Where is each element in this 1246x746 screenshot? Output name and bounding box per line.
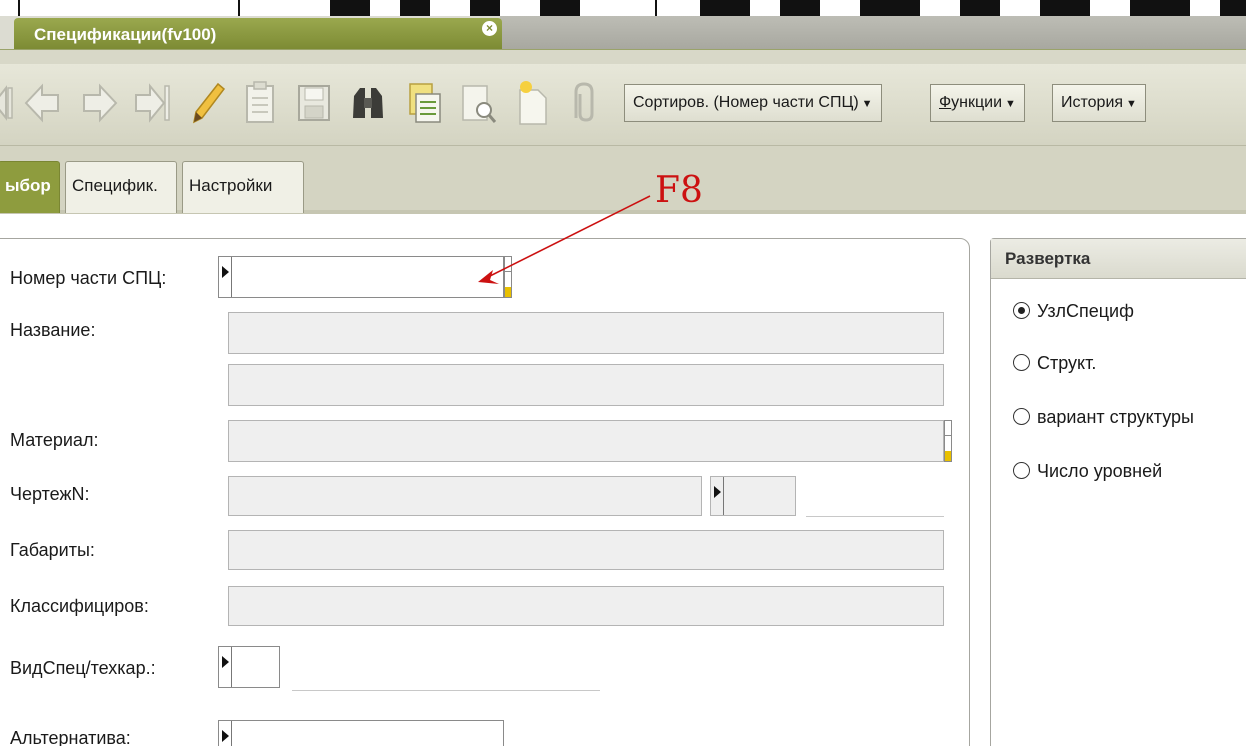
drawing-number-label: ЧертежN: [10,484,90,504]
save-disk-icon[interactable] [294,78,334,128]
strip-text-fragment [400,0,430,16]
name-second-line-field [228,364,944,406]
chevron-down-icon: ▼ [861,98,873,110]
document-tab[interactable]: Спецификации(fv100) × [14,18,502,49]
view-tabs: ыбор Специфик. Настройки [0,146,1246,214]
radio-option-structure[interactable]: Структ. [1013,353,1096,374]
strip-divider [18,0,20,16]
tab-specification[interactable]: Специфик. [65,161,177,213]
expand-panel: Развертка УзлСпециф Структ. вариант стру… [990,238,1246,746]
close-icon[interactable]: × [482,21,497,36]
strip-text-fragment [330,0,370,16]
strip-text-fragment [780,0,820,16]
toolbar: Сортиров. (Номер части СПЦ) ▼ Функции ▼ Ис… [0,64,1246,146]
radio-empty-icon [1013,354,1030,371]
clipboard-icon[interactable] [240,78,280,128]
history-button-label: История [1061,94,1124,111]
part-number-input[interactable] [218,256,504,298]
strip-text-fragment [1130,0,1190,16]
radio-label: УзлСпециф [1037,301,1134,321]
attachment-icon[interactable] [564,78,604,128]
radio-option-level-count[interactable]: Число уровней [1013,461,1162,482]
field-marker-icon [219,257,232,297]
field-marker-icon [219,721,232,746]
material-label: Материал: [10,430,99,450]
sort-button-label: Сортиров. (Номер части СПЦ) [633,94,859,111]
strip-text-fragment [540,0,580,16]
top-cropped-strip [0,0,1246,16]
material-field [228,420,944,462]
edit-pencil-icon[interactable] [186,78,226,128]
indicator-divider [505,271,511,272]
new-document-icon[interactable] [512,78,552,128]
field-lookup-indicator[interactable] [504,256,512,298]
indicator-divider [945,435,951,436]
field-lookup-indicator[interactable] [944,420,952,462]
main-area: Номер части СПЦ: Название: Материал: Чер… [0,214,1246,746]
strip-text-fragment [960,0,1000,16]
history-dropdown-button[interactable]: История ▼ [1052,84,1146,122]
dimensions-field [228,530,944,570]
strip-text-fragment [700,0,750,16]
strip-text-fragment [470,0,500,16]
strip-text-fragment [860,0,920,16]
previous-icon[interactable] [22,78,62,128]
classifier-label: Классифициров: [10,596,149,616]
tab-selection[interactable]: ыбор [0,161,60,213]
strip-divider [238,0,240,16]
spec-type-label: ВидСпец/техкар.: [10,658,156,678]
dimensions-label: Габариты: [10,540,95,560]
next-icon[interactable] [80,78,120,128]
report-icon[interactable] [404,78,444,128]
classifier-field [228,586,944,626]
field-marker-icon [219,647,232,687]
chevron-down-icon: ▼ [1126,98,1137,110]
binoculars-search-icon[interactable] [348,78,388,128]
document-tab-title: Спецификации(fv100) [34,25,217,44]
radio-option-structure-variant[interactable]: вариант структуры [1013,407,1194,428]
functions-button-accesskey: Ф [939,94,952,111]
alternative-label: Альтернатива: [10,728,131,746]
preview-icon[interactable] [458,78,498,128]
spec-type-underline [292,690,600,691]
radio-label: вариант структуры [1037,407,1194,427]
last-record-icon[interactable] [132,78,172,128]
name-label: Название: [10,320,96,340]
sort-dropdown-button[interactable]: Сортиров. (Номер части СПЦ) ▼ [624,84,882,122]
radio-selected-icon [1013,302,1030,319]
window-tab-bar: Спецификации(fv100) × [0,16,1246,64]
radio-label: Число уровней [1037,461,1163,481]
part-number-label: Номер части СПЦ: [10,268,167,288]
indicator-yellow-mark [945,451,951,461]
radio-option-assembly-spec[interactable]: УзлСпециф [1013,301,1134,322]
drawing-underline [806,516,944,517]
expand-panel-title: Развертка [991,239,1246,279]
strip-divider [655,0,657,16]
indicator-yellow-mark [505,287,511,297]
alternative-input[interactable] [218,720,504,746]
functions-button-label: ункции [951,94,1003,111]
tab-bar-background [500,16,1246,49]
strip-text-fragment [1040,0,1090,16]
drawing-number-field [228,476,702,516]
radio-empty-icon [1013,462,1030,479]
field-marker-icon [711,477,724,515]
strip-text-fragment [1220,0,1246,16]
tab-settings[interactable]: Настройки [182,161,304,213]
radio-empty-icon [1013,408,1030,425]
chevron-down-icon: ▼ [1005,98,1016,110]
radio-label: Структ. [1037,353,1097,373]
annotation-f8-label: F8 [655,170,703,211]
functions-dropdown-button[interactable]: Функции ▼ [930,84,1025,122]
tab-bar-baseline [0,49,1246,64]
name-field [228,312,944,354]
